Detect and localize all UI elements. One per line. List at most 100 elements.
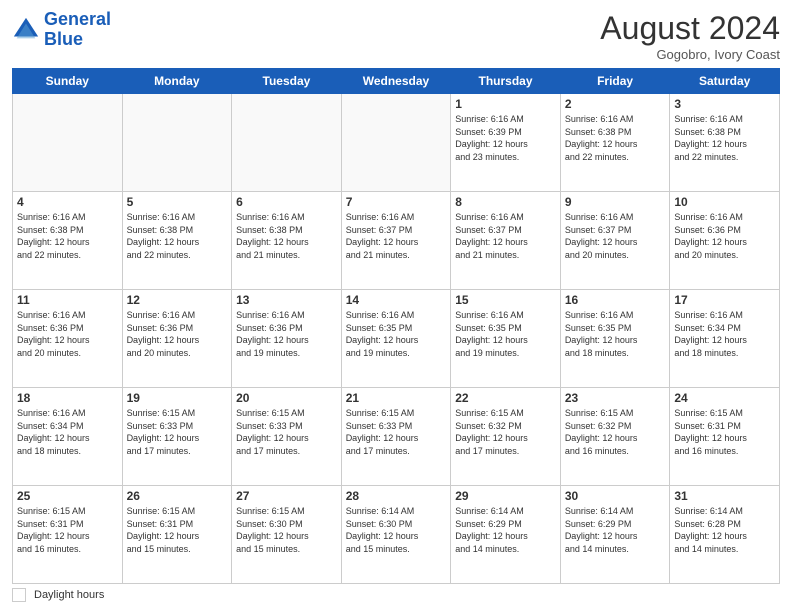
day-number: 10: [674, 195, 775, 209]
daylight-label: Daylight hours: [34, 589, 104, 601]
calendar-cell: 24 Sunrise: 6:15 AM Sunset: 6:31 PM Dayli…: [670, 388, 780, 486]
day-info: Sunrise: 6:16 AM Sunset: 6:38 PM Dayligh…: [17, 211, 118, 261]
day-number: 3: [674, 97, 775, 111]
calendar-week-row: 1 Sunrise: 6:16 AM Sunset: 6:39 PM Daylig…: [13, 94, 780, 192]
day-info: Sunrise: 6:16 AM Sunset: 6:39 PM Dayligh…: [455, 113, 556, 163]
calendar-cell: 31 Sunrise: 6:14 AM Sunset: 6:28 PM Dayli…: [670, 486, 780, 584]
day-number: 17: [674, 293, 775, 307]
day-number: 31: [674, 489, 775, 503]
calendar-week-row: 18Sunrise: 6:16 AM Sunset: 6:34 PM Dayli…: [13, 388, 780, 486]
day-info: Sunrise: 6:16 AM Sunset: 6:36 PM Dayligh…: [674, 211, 775, 261]
calendar-cell: [341, 94, 451, 192]
day-info: Sunrise: 6:16 AM Sunset: 6:37 PM Dayligh…: [455, 211, 556, 261]
day-info: Sunrise: 6:15 AM Sunset: 6:31 PM Dayligh…: [674, 407, 775, 457]
day-number: 25: [17, 489, 118, 503]
calendar-cell: 19 Sunrise: 6:15 AM Sunset: 6:33 PM Dayli…: [122, 388, 232, 486]
day-number: 9: [565, 195, 666, 209]
day-number: 2: [565, 97, 666, 111]
day-info: Sunrise: 6:16 AM Sunset: 6:36 PM Dayligh…: [236, 309, 337, 359]
calendar-cell: 7 Sunrise: 6:16 AM Sunset: 6:37 PM Daylig…: [341, 192, 451, 290]
day-info: Sunrise: 6:15 AM Sunset: 6:33 PM Dayligh…: [127, 407, 228, 457]
day-info: Sunrise: 6:15 AM Sunset: 6:31 PM Dayligh…: [17, 505, 118, 555]
calendar-week-row: 11Sunrise: 6:16 AM Sunset: 6:36 PM Dayli…: [13, 290, 780, 388]
day-info: Sunrise: 6:14 AM Sunset: 6:29 PM Dayligh…: [565, 505, 666, 555]
location-subtitle: Gogobro, Ivory Coast: [600, 47, 780, 62]
day-number: 19: [127, 391, 228, 405]
calendar-cell: 14Sunrise: 6:16 AM Sunset: 6:35 PM Dayli…: [341, 290, 451, 388]
page: General Blue August 2024 Gogobro, Ivory …: [0, 0, 792, 612]
day-number: 23: [565, 391, 666, 405]
logo-icon: [12, 16, 40, 44]
day-number: 8: [455, 195, 556, 209]
calendar-cell: 1 Sunrise: 6:16 AM Sunset: 6:39 PM Daylig…: [451, 94, 561, 192]
calendar-cell: 11Sunrise: 6:16 AM Sunset: 6:36 PM Dayli…: [13, 290, 123, 388]
day-number: 27: [236, 489, 337, 503]
calendar-cell: 28 Sunrise: 6:14 AM Sunset: 6:30 PM Dayli…: [341, 486, 451, 584]
calendar-cell: 3Sunrise: 6:16 AM Sunset: 6:38 PM Daylig…: [670, 94, 780, 192]
day-number: 26: [127, 489, 228, 503]
day-number: 6: [236, 195, 337, 209]
day-info: Sunrise: 6:15 AM Sunset: 6:30 PM Dayligh…: [236, 505, 337, 555]
calendar-cell: 23 Sunrise: 6:15 AM Sunset: 6:32 PM Dayli…: [560, 388, 670, 486]
title-block: August 2024 Gogobro, Ivory Coast: [600, 10, 780, 62]
footer: Daylight hours: [12, 588, 780, 602]
day-info: Sunrise: 6:16 AM Sunset: 6:36 PM Dayligh…: [127, 309, 228, 359]
day-info: Sunrise: 6:14 AM Sunset: 6:30 PM Dayligh…: [346, 505, 447, 555]
calendar-header-row: SundayMondayTuesdayWednesdayThursdayFrid…: [13, 69, 780, 94]
day-number: 30: [565, 489, 666, 503]
day-info: Sunrise: 6:16 AM Sunset: 6:37 PM Dayligh…: [346, 211, 447, 261]
calendar-cell: 21Sunrise: 6:15 AM Sunset: 6:33 PM Dayli…: [341, 388, 451, 486]
day-info: Sunrise: 6:16 AM Sunset: 6:37 PM Dayligh…: [565, 211, 666, 261]
calendar-cell: 6Sunrise: 6:16 AM Sunset: 6:38 PM Daylig…: [232, 192, 342, 290]
day-info: Sunrise: 6:14 AM Sunset: 6:28 PM Dayligh…: [674, 505, 775, 555]
day-info: Sunrise: 6:16 AM Sunset: 6:35 PM Dayligh…: [565, 309, 666, 359]
calendar-week-row: 25 Sunrise: 6:15 AM Sunset: 6:31 PM Dayli…: [13, 486, 780, 584]
day-info: Sunrise: 6:16 AM Sunset: 6:38 PM Dayligh…: [565, 113, 666, 163]
calendar-cell: 4 Sunrise: 6:16 AM Sunset: 6:38 PM Daylig…: [13, 192, 123, 290]
calendar-cell: 18Sunrise: 6:16 AM Sunset: 6:34 PM Dayli…: [13, 388, 123, 486]
day-number: 29: [455, 489, 556, 503]
calendar-day-header: Wednesday: [341, 69, 451, 94]
day-info: Sunrise: 6:14 AM Sunset: 6:29 PM Dayligh…: [455, 505, 556, 555]
calendar-cell: 9 Sunrise: 6:16 AM Sunset: 6:37 PM Daylig…: [560, 192, 670, 290]
day-number: 7: [346, 195, 447, 209]
calendar-day-header: Thursday: [451, 69, 561, 94]
calendar-cell: 12 Sunrise: 6:16 AM Sunset: 6:36 PM Dayli…: [122, 290, 232, 388]
day-number: 21: [346, 391, 447, 405]
calendar-cell: 29 Sunrise: 6:14 AM Sunset: 6:29 PM Dayli…: [451, 486, 561, 584]
calendar-cell: 2 Sunrise: 6:16 AM Sunset: 6:38 PM Daylig…: [560, 94, 670, 192]
calendar-cell: 13 Sunrise: 6:16 AM Sunset: 6:36 PM Dayli…: [232, 290, 342, 388]
calendar-day-header: Friday: [560, 69, 670, 94]
calendar-cell: [13, 94, 123, 192]
day-number: 22: [455, 391, 556, 405]
day-info: Sunrise: 6:16 AM Sunset: 6:38 PM Dayligh…: [127, 211, 228, 261]
header: General Blue August 2024 Gogobro, Ivory …: [12, 10, 780, 62]
day-number: 4: [17, 195, 118, 209]
calendar-day-header: Tuesday: [232, 69, 342, 94]
daylight-legend-box: [12, 588, 26, 602]
calendar-cell: 10 Sunrise: 6:16 AM Sunset: 6:36 PM Dayli…: [670, 192, 780, 290]
day-number: 20: [236, 391, 337, 405]
day-info: Sunrise: 6:16 AM Sunset: 6:34 PM Dayligh…: [17, 407, 118, 457]
logo-text: General Blue: [44, 10, 111, 50]
day-number: 12: [127, 293, 228, 307]
calendar-cell: 30 Sunrise: 6:14 AM Sunset: 6:29 PM Dayli…: [560, 486, 670, 584]
calendar-day-header: Saturday: [670, 69, 780, 94]
day-number: 15: [455, 293, 556, 307]
day-info: Sunrise: 6:16 AM Sunset: 6:34 PM Dayligh…: [674, 309, 775, 359]
day-info: Sunrise: 6:15 AM Sunset: 6:32 PM Dayligh…: [565, 407, 666, 457]
day-number: 14: [346, 293, 447, 307]
day-number: 24: [674, 391, 775, 405]
calendar-table: SundayMondayTuesdayWednesdayThursdayFrid…: [12, 68, 780, 584]
day-info: Sunrise: 6:15 AM Sunset: 6:33 PM Dayligh…: [236, 407, 337, 457]
calendar-cell: 27 Sunrise: 6:15 AM Sunset: 6:30 PM Dayli…: [232, 486, 342, 584]
calendar-cell: 5Sunrise: 6:16 AM Sunset: 6:38 PM Daylig…: [122, 192, 232, 290]
calendar-cell: [232, 94, 342, 192]
logo: General Blue: [12, 10, 111, 50]
day-number: 1: [455, 97, 556, 111]
calendar-cell: 16Sunrise: 6:16 AM Sunset: 6:35 PM Dayli…: [560, 290, 670, 388]
day-number: 28: [346, 489, 447, 503]
calendar-cell: 26Sunrise: 6:15 AM Sunset: 6:31 PM Dayli…: [122, 486, 232, 584]
day-number: 13: [236, 293, 337, 307]
day-info: Sunrise: 6:16 AM Sunset: 6:36 PM Dayligh…: [17, 309, 118, 359]
